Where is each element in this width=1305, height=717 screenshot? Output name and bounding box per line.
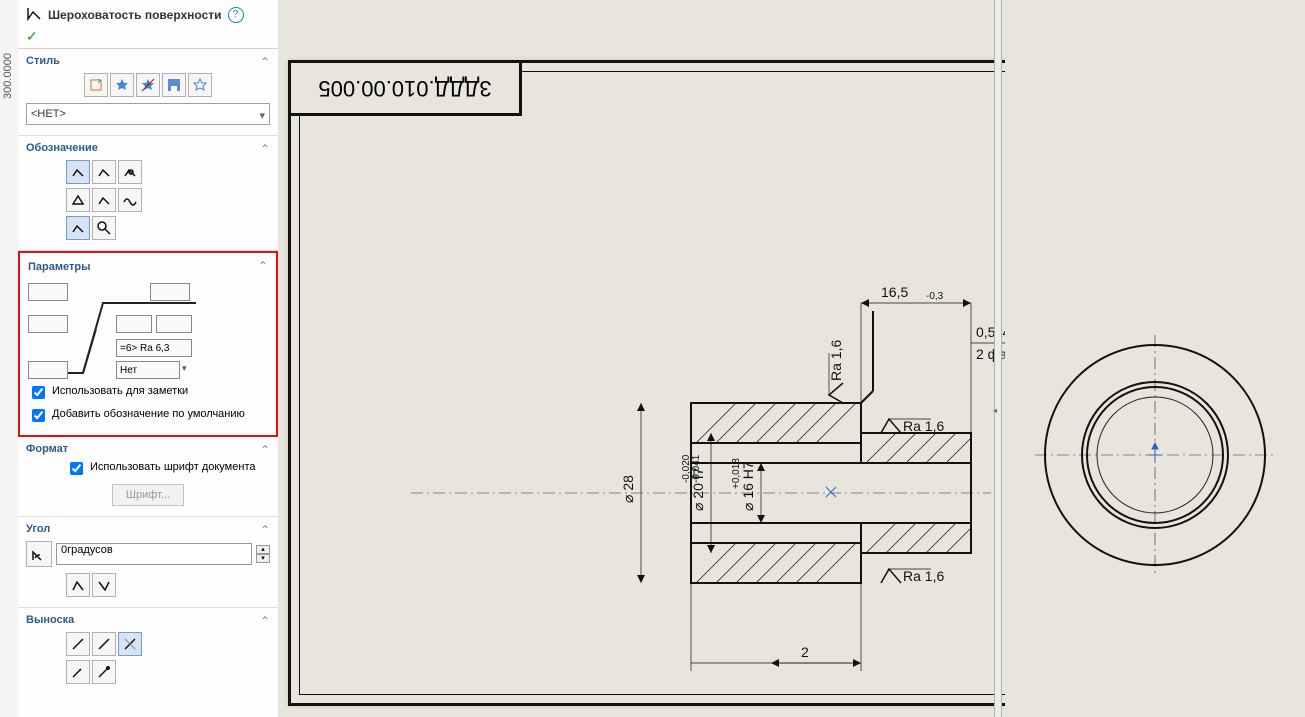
section-angle-label: Угол xyxy=(26,523,270,535)
sf-with-tail-icon[interactable] xyxy=(92,188,116,212)
collapse-icon[interactable]: ⌃ xyxy=(260,443,270,457)
surface-finish-icon xyxy=(26,5,42,24)
style-new-icon[interactable] xyxy=(84,73,108,97)
chk-use-doc-font[interactable] xyxy=(70,462,83,475)
section-leader: Выноска ⌃ xyxy=(18,608,278,694)
svg-text:⌀ 16 H7: ⌀ 16 H7 xyxy=(740,461,756,511)
angle-spin-down[interactable]: ▾ xyxy=(256,554,270,563)
collapse-icon[interactable]: ⌃ xyxy=(260,55,270,69)
param-field-c[interactable] xyxy=(150,283,190,301)
sf-wavy-icon[interactable] xyxy=(118,188,142,212)
collapse-icon[interactable]: ⌃ xyxy=(260,142,270,156)
svg-text:⌀ 28: ⌀ 28 xyxy=(620,475,636,503)
svg-text:Ra 1,6: Ra 1,6 xyxy=(903,568,944,584)
leader-arrow-icon[interactable] xyxy=(66,660,90,684)
angle-spin-up[interactable]: ▴ xyxy=(256,545,270,554)
style-add-favorite-icon[interactable] xyxy=(110,73,134,97)
svg-text:+0,018: +0,018 xyxy=(731,458,742,489)
ruler-mark: 300.0000 xyxy=(2,53,14,99)
angle-orient-2-icon[interactable] xyxy=(92,573,116,597)
ok-icon[interactable]: ✓ xyxy=(26,28,38,45)
chk-use-for-note-label: Использовать для заметки xyxy=(52,385,188,397)
section-leader-label: Выноска xyxy=(26,614,270,626)
angle-orient-1-icon[interactable] xyxy=(66,573,90,597)
section-format-label: Формат xyxy=(26,443,270,455)
param-field-a[interactable] xyxy=(28,283,68,301)
param-field-d[interactable] xyxy=(28,315,68,333)
font-button: Шрифт... xyxy=(112,484,184,506)
drawing-section-view: 16,5 -0,3 0,5x45° 2 фаски 2 ⌀ 28 ⌀ 20 xyxy=(371,263,1021,703)
svg-text:-0,3: -0,3 xyxy=(926,291,944,302)
sf-unmachined-icon[interactable] xyxy=(118,160,142,184)
angle-input[interactable]: 0градусов xyxy=(56,543,252,565)
svg-text:Ra 1,6: Ra 1,6 xyxy=(903,418,944,434)
style-apply-icon[interactable] xyxy=(188,73,212,97)
section-format: Формат ⌃ Использовать шрифт документа Шр… xyxy=(18,437,278,517)
leader-dot-icon[interactable] xyxy=(92,660,116,684)
param-field-g[interactable] xyxy=(28,361,68,379)
style-select[interactable]: <НЕТ> xyxy=(26,103,270,125)
sf-flag-icon[interactable] xyxy=(92,216,116,240)
param-field-f[interactable] xyxy=(156,315,192,333)
angle-icon xyxy=(26,541,52,567)
section-parameters: Параметры ⌃ =6> Ra 6,3 Нет ▾ Использоват… xyxy=(18,251,278,437)
sf-machined-icon[interactable] xyxy=(92,160,116,184)
drawing-end-view xyxy=(1025,325,1285,585)
collapse-icon[interactable]: ⌃ xyxy=(258,259,268,273)
help-icon[interactable]: ? xyxy=(228,7,244,23)
section-designation-label: Обозначение xyxy=(26,142,270,154)
section-designation: Обозначение ⌃ xyxy=(18,136,278,251)
panel-header: Шероховатость поверхности ? ✓ xyxy=(18,0,278,49)
leader-bent-icon[interactable] xyxy=(92,632,116,656)
section-parameters-label: Параметры xyxy=(28,261,268,273)
sf-triangle-icon[interactable] xyxy=(66,188,90,212)
section-style: Стиль ⌃ <НЕТ> xyxy=(18,49,278,136)
param-field-e[interactable] xyxy=(116,315,152,333)
sf-basic-icon[interactable] xyxy=(66,160,90,184)
param-units-select[interactable]: Нет xyxy=(116,361,180,379)
panel-title: Шероховатость поверхности xyxy=(48,8,222,22)
secondary-viewport[interactable] xyxy=(1005,0,1305,717)
style-remove-favorite-icon[interactable] xyxy=(136,73,160,97)
collapse-icon[interactable]: ⌃ xyxy=(260,523,270,537)
vertical-ruler: 300.0000 xyxy=(0,0,19,717)
svg-text:Ra 1,6: Ra 1,6 xyxy=(828,340,844,381)
collapse-icon[interactable]: ⌃ xyxy=(260,614,270,628)
leader-straight-icon[interactable] xyxy=(66,632,90,656)
viewport-splitter[interactable]: ◂ xyxy=(994,0,1002,717)
section-style-label: Стиль xyxy=(26,55,270,67)
parameters-graphic: =6> Ra 6,3 Нет ▾ xyxy=(28,279,198,379)
style-save-icon[interactable] xyxy=(162,73,186,97)
section-angle: Угол ⌃ 0градусов ▴ ▾ xyxy=(18,517,278,608)
chk-use-doc-font-label: Использовать шрифт документа xyxy=(90,461,255,473)
param-ra-field[interactable]: =6> Ra 6,3 xyxy=(116,339,192,357)
chk-use-for-note[interactable] xyxy=(32,386,45,399)
titleblock-partnumber: 3ДДД.010.00.005 xyxy=(288,60,522,116)
leader-none-icon[interactable] xyxy=(118,632,142,656)
svg-text:2: 2 xyxy=(801,644,809,660)
chk-add-default[interactable] xyxy=(32,409,45,422)
sf-check-only-icon[interactable] xyxy=(66,216,90,240)
property-manager-panel: Шероховатость поверхности ? ✓ Стиль ⌃ <Н… xyxy=(18,0,279,717)
svg-text:16,5: 16,5 xyxy=(881,284,908,300)
svg-text:-0,041: -0,041 xyxy=(691,454,702,483)
chk-add-default-label: Добавить обозначение по умолчанию xyxy=(52,408,245,420)
drawing-canvas[interactable]: 3ДДД.010.00.005 Ra 6,3 Лист1 xyxy=(278,0,1305,717)
